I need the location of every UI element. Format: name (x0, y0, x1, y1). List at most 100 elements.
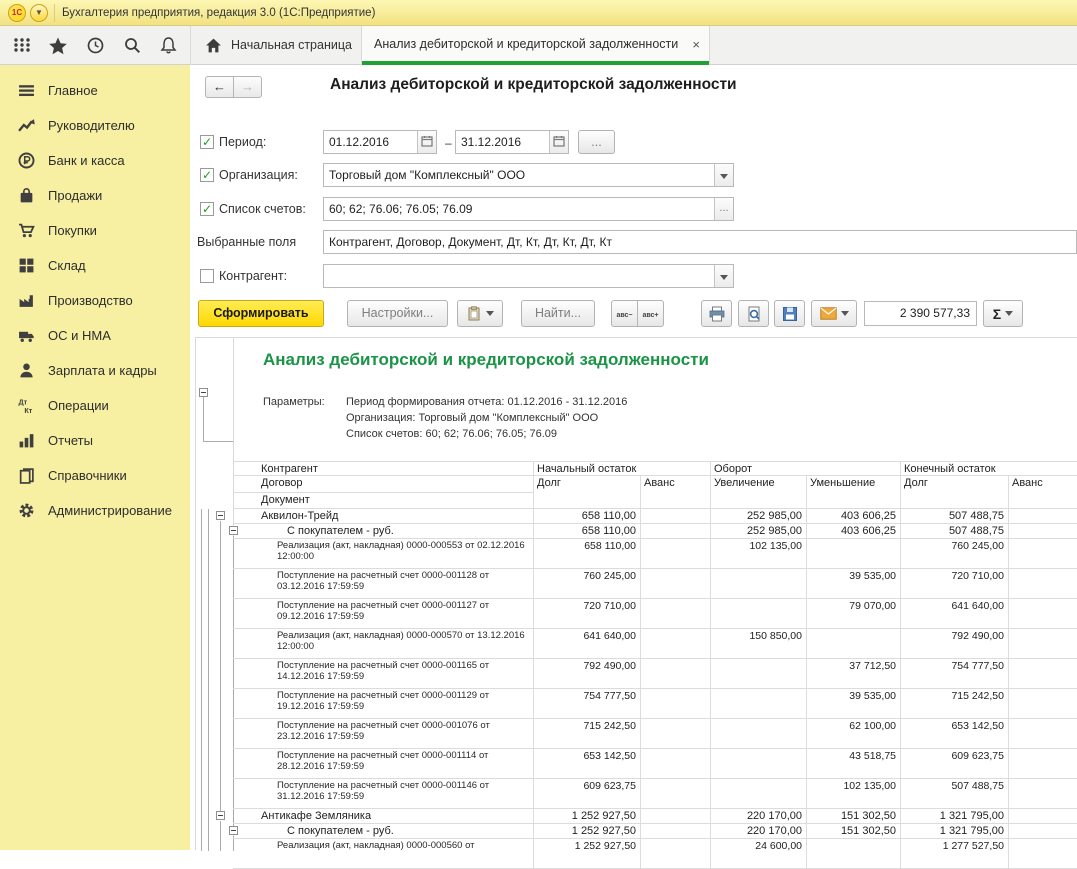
main-menu-dropdown-button[interactable]: ▼ (30, 4, 48, 22)
period-more-button[interactable]: ... (578, 130, 615, 154)
sidebar-item-главное[interactable]: Главное (0, 73, 190, 108)
table-row[interactable]: Поступление на расчетный счет 0000-00116… (233, 659, 1077, 689)
cell-value (641, 509, 711, 524)
cell-value (711, 719, 807, 749)
find-button[interactable]: Найти... (521, 300, 595, 327)
accounts-input[interactable]: 60; 62; 76.06; 76.05; 76.09 ... (323, 197, 734, 221)
sidebar-item-производство[interactable]: Производство (0, 283, 190, 318)
cell-value: 1 277 527,50 (901, 839, 1009, 869)
collapse-toggle[interactable] (216, 811, 225, 820)
table-row[interactable]: Поступление на расчетный счет 0000-00112… (233, 689, 1077, 719)
search-icon[interactable] (122, 36, 142, 56)
sidebar-item-покупки[interactable]: Покупки (0, 213, 190, 248)
table-row[interactable]: Реализация (акт, накладная) 0000-000553 … (233, 539, 1077, 569)
tree-line (203, 441, 233, 442)
period-checkbox[interactable]: ✓ (200, 135, 214, 149)
sidebar-item-справочники[interactable]: Справочники (0, 458, 190, 493)
print-preview-button[interactable] (738, 300, 769, 327)
cell-value: 39 535,00 (807, 689, 901, 719)
generate-button[interactable]: Сформировать (198, 300, 324, 327)
cell-value: 151 302,50 (807, 809, 901, 824)
organization-checkbox[interactable]: ✓ (200, 168, 214, 182)
table-row[interactable]: Поступление на расчетный счет 0000-00112… (233, 599, 1077, 629)
chevron-down-icon[interactable] (714, 164, 733, 186)
calendar-icon[interactable] (417, 131, 436, 153)
sidebar-item-операции[interactable]: ДтКтОперации (0, 388, 190, 423)
sidebar-item-продажи[interactable]: Продажи (0, 178, 190, 213)
settings-button[interactable]: Настройки... (347, 300, 448, 327)
cell-value: 1 252 927,50 (534, 839, 641, 869)
tab-home[interactable]: Начальная страница (190, 26, 362, 65)
cell-value (641, 629, 711, 659)
expand-groups-button[interactable]: авс+ (637, 300, 664, 327)
table-row[interactable]: С покупателем - руб.658 110,00252 985,00… (233, 524, 1077, 539)
nav-back-button[interactable]: ← (205, 76, 234, 98)
cell-value (641, 599, 711, 629)
cell-value (1009, 719, 1077, 749)
selected-fields-input[interactable]: Контрагент, Договор, Документ, Дт, Кт, Д… (323, 230, 1077, 254)
history-icon[interactable] (85, 36, 105, 56)
cell-value: 150 850,00 (711, 629, 807, 659)
tree-line (220, 521, 221, 812)
bell-icon[interactable] (158, 36, 178, 56)
table-row[interactable]: Антикафе Земляника1 252 927,50220 170,00… (233, 809, 1077, 824)
collapse-groups-button[interactable]: авс− (611, 300, 638, 327)
accounts-more-button[interactable]: ... (714, 198, 733, 220)
period-from-input[interactable]: 01.12.2016 (323, 130, 437, 154)
chevron-down-icon[interactable] (714, 265, 733, 287)
cell-value: 151 302,50 (807, 824, 901, 839)
counterparty-input[interactable] (323, 264, 734, 288)
bag-icon (18, 187, 36, 205)
table-row[interactable]: С покупателем - руб.1 252 927,50220 170,… (233, 824, 1077, 839)
table-row[interactable]: Поступление на расчетный счет 0000-00114… (233, 779, 1077, 809)
apps-grid-icon[interactable] (12, 36, 32, 56)
table-row[interactable]: Поступление на расчетный счет 0000-00107… (233, 719, 1077, 749)
cell-value (641, 749, 711, 779)
table-row[interactable]: Аквилон-Трейд658 110,00252 985,00403 606… (233, 509, 1077, 524)
cell-value: 653 142,50 (534, 749, 641, 779)
sidebar-item-зарплата-и-кадры[interactable]: Зарплата и кадры (0, 353, 190, 388)
collapse-toggle[interactable] (216, 511, 225, 520)
nav-forward-button[interactable]: → (233, 76, 262, 98)
cell-value: 760 245,00 (534, 569, 641, 599)
collapse-toggle[interactable] (199, 388, 208, 397)
period-label: Период: (219, 130, 266, 154)
tree-line (208, 509, 209, 851)
tab-close-icon[interactable]: × (692, 26, 700, 63)
sidebar-item-руководителю[interactable]: Руководителю (0, 108, 190, 143)
star-favorites-icon[interactable] (48, 36, 68, 56)
svg-text:Кт: Кт (24, 406, 32, 414)
calendar-icon[interactable] (549, 131, 568, 153)
gear-icon (18, 502, 36, 520)
row-label: Поступление на расчетный счет 0000-00107… (233, 719, 534, 749)
sidebar-item-отчеты[interactable]: Отчеты (0, 423, 190, 458)
tab-active-report[interactable]: Анализ дебиторской и кредиторской задолж… (362, 26, 710, 65)
cell-value: 507 488,75 (901, 524, 1009, 539)
table-row[interactable]: Реализация (акт, накладная) 0000-000570 … (233, 629, 1077, 659)
sidebar-item-ос-и-нма[interactable]: ОС и НМА (0, 318, 190, 353)
sidebar-item-label: Руководителю (48, 108, 135, 143)
table-row[interactable]: Поступление на расчетный счет 0000-00112… (233, 569, 1077, 599)
sum-button[interactable]: Σ (983, 300, 1023, 327)
save-button[interactable] (774, 300, 805, 327)
organization-input[interactable]: Торговый дом "Комплексный" ООО (323, 163, 734, 187)
cell-value: 79 070,00 (807, 599, 901, 629)
send-mail-button[interactable] (811, 300, 857, 327)
autosum-value-field[interactable]: 2 390 577,33 (864, 301, 977, 326)
sidebar-item-администрирование[interactable]: Администрирование (0, 493, 190, 528)
cell-value (641, 809, 711, 824)
table-row[interactable]: Реализация (акт, накладная) 0000-000560 … (233, 839, 1077, 869)
table-row[interactable]: Поступление на расчетный счет 0000-00111… (233, 749, 1077, 779)
accounts-checkbox[interactable]: ✓ (200, 202, 214, 216)
period-to-input[interactable]: 31.12.2016 (455, 130, 569, 154)
sidebar-item-банк-и-касса[interactable]: Банк и касса (0, 143, 190, 178)
counterparty-checkbox[interactable] (200, 269, 214, 283)
cell-value (641, 539, 711, 569)
sidebar-item-склад[interactable]: Склад (0, 248, 190, 283)
print-button[interactable] (701, 300, 732, 327)
books-icon (18, 467, 36, 485)
report-area: Анализ дебиторской и кредиторской задолж… (195, 337, 1077, 850)
sidebar-item-label: Зарплата и кадры (48, 353, 157, 388)
cell-value: 792 490,00 (534, 659, 641, 689)
copy-result-button[interactable] (457, 300, 503, 327)
